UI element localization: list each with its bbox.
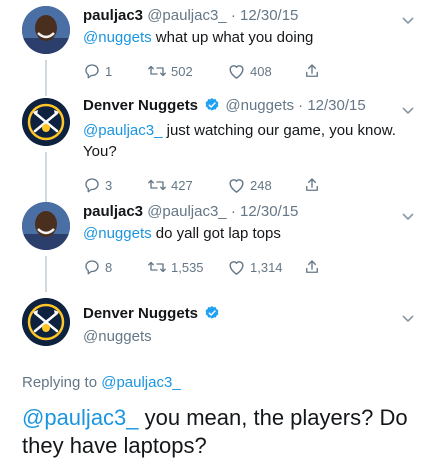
display-name[interactable]: pauljac3	[83, 7, 143, 24]
tweet-text-body: do yall got lap tops	[151, 225, 281, 242]
display-name[interactable]: pauljac3	[83, 203, 143, 220]
like-button[interactable]: 248	[227, 176, 303, 194]
reply-button[interactable]: 8	[83, 258, 147, 276]
dot-separator: ·	[230, 7, 236, 24]
retweet-count: 427	[171, 177, 193, 193]
retweet-icon	[147, 258, 167, 276]
share-button[interactable]	[303, 62, 321, 80]
chevron-down-icon[interactable]	[402, 208, 414, 226]
handle[interactable]: @nuggets	[83, 327, 402, 347]
display-name[interactable]: Denver Nuggets	[83, 97, 198, 114]
tweet-text: @nuggets what up what you doing	[83, 27, 402, 48]
retweet-icon	[147, 62, 167, 80]
tweet-text: @nuggets do yall got lap tops	[83, 223, 402, 244]
display-name[interactable]: Denver Nuggets	[83, 305, 198, 322]
thread-line	[45, 256, 47, 292]
verified-badge-icon	[204, 97, 220, 118]
avatar-denver-nuggets[interactable]	[22, 98, 70, 146]
retweet-button[interactable]: 1,535	[147, 258, 227, 276]
reply-icon	[83, 258, 101, 276]
chevron-down-icon[interactable]	[402, 310, 414, 328]
handle[interactable]: @pauljac3_	[147, 203, 226, 220]
tweet-header: pauljac3 @pauljac3_ · 12/30/15	[83, 202, 402, 221]
thread-line	[45, 60, 47, 96]
tweet-text-body: what up what you doing	[151, 29, 314, 46]
verified-badge-icon	[204, 305, 220, 327]
mention-link[interactable]: @nuggets	[83, 225, 152, 242]
mention-link[interactable]: @pauljac3_	[22, 405, 139, 430]
tweet-header: Denver Nuggets @nuggets · 12/30/15	[83, 96, 402, 118]
replying-to-label: Replying to	[22, 374, 102, 391]
focused-tweet-text: @pauljac3_ you mean, the players? Do the…	[22, 404, 410, 460]
avatar-pauljac3[interactable]	[22, 202, 70, 250]
action-bar: 8 1,535 1,314	[83, 258, 402, 276]
mention-link[interactable]: @nuggets	[83, 29, 152, 46]
dot-separator: ·	[298, 97, 304, 114]
retweet-icon	[147, 176, 167, 194]
share-button[interactable]	[303, 258, 321, 276]
timestamp[interactable]: 12/30/15	[307, 97, 365, 114]
replying-to-mention[interactable]: @pauljac3_	[101, 374, 180, 391]
chevron-down-icon[interactable]	[402, 102, 414, 120]
thread-line	[45, 152, 47, 202]
mention-link[interactable]: @pauljac3_	[83, 122, 162, 139]
reply-count: 3	[105, 177, 113, 193]
reply-button[interactable]: 1	[83, 62, 147, 80]
retweet-count: 1,535	[171, 259, 204, 275]
timestamp[interactable]: 12/30/15	[240, 7, 298, 24]
reply-button[interactable]: 3	[83, 176, 147, 194]
handle[interactable]: @pauljac3_	[147, 7, 226, 24]
reply-icon	[83, 176, 101, 194]
like-button[interactable]: 1,314	[227, 258, 303, 276]
avatar-denver-nuggets[interactable]	[22, 298, 70, 346]
reply-icon	[83, 62, 101, 80]
dot-separator: ·	[230, 203, 236, 220]
chevron-down-icon[interactable]	[402, 12, 414, 30]
handle[interactable]: @nuggets	[225, 97, 294, 114]
retweet-button[interactable]: 502	[147, 62, 227, 80]
share-icon	[303, 176, 321, 194]
avatar-pauljac3[interactable]	[22, 6, 70, 54]
share-icon	[303, 62, 321, 80]
like-count: 248	[250, 177, 272, 193]
retweet-button[interactable]: 427	[147, 176, 227, 194]
tweet-header: pauljac3 @pauljac3_ · 12/30/15	[83, 6, 402, 25]
share-icon	[303, 258, 321, 276]
like-icon	[227, 62, 246, 80]
display-name-line: Denver Nuggets	[83, 304, 402, 327]
replying-to-line: Replying to @pauljac3_	[22, 374, 181, 391]
reply-count: 8	[105, 259, 113, 275]
like-button[interactable]: 408	[227, 62, 303, 80]
action-bar: 1 502 408	[83, 62, 402, 80]
like-icon	[227, 176, 246, 194]
retweet-count: 502	[171, 63, 193, 79]
like-count: 1,314	[250, 259, 283, 275]
tweet-text: @pauljac3_ just watching our game, you k…	[83, 120, 402, 162]
reply-count: 1	[105, 63, 113, 79]
share-button[interactable]	[303, 176, 321, 194]
timestamp[interactable]: 12/30/15	[240, 203, 298, 220]
like-count: 408	[250, 63, 272, 79]
like-icon	[227, 258, 246, 276]
action-bar: 3 427 248	[83, 176, 402, 194]
